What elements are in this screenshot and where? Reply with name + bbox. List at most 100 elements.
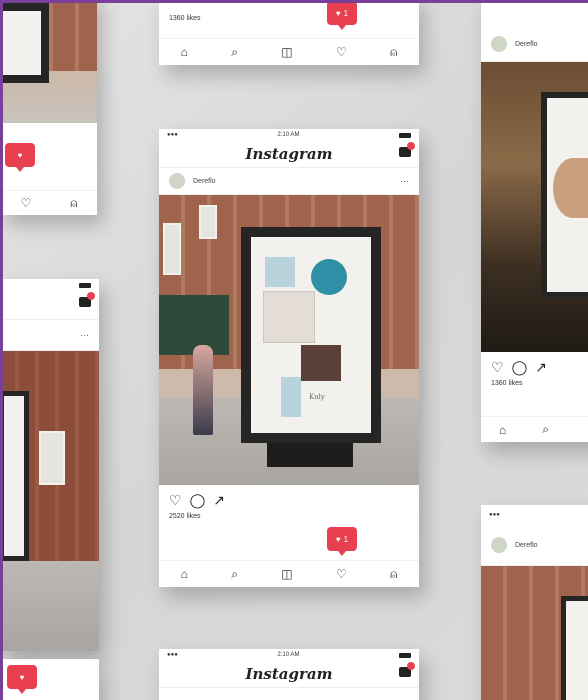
shape-circle [311, 259, 347, 295]
search-icon[interactable]: ⌕ [231, 45, 238, 60]
window [163, 223, 181, 275]
heart-icon: ♥ [17, 150, 23, 160]
more-icon[interactable]: ··· [400, 176, 409, 186]
heart-icon[interactable]: ♡ [491, 359, 504, 376]
brand-wordmark: Instagram [245, 145, 333, 163]
likes-count: 2520 likes [169, 513, 201, 520]
shape-square [265, 257, 295, 287]
poster-paper [4, 396, 24, 556]
clock: 2:10 AM [277, 132, 300, 138]
photo-tile [263, 291, 315, 343]
likes-count: 1360 likes [169, 15, 201, 22]
post-photo [3, 3, 97, 123]
card-top-center: 1360 likes ♥ 1 ⌂ ⌕ ◫ ♡ ⍝ [159, 3, 419, 65]
heart-icon: ♥ [335, 534, 341, 544]
battery-icon [398, 652, 411, 658]
card-right: Dereflo ♡ ◯ ↗ 1360 likes ⌂ ⌕ [481, 3, 588, 442]
more-icon[interactable]: ··· [80, 330, 89, 340]
heart-icon[interactable]: ♡ [336, 45, 347, 59]
profile-icon[interactable]: ⍝ [70, 196, 77, 211]
notification-badge: ♥ 1 [327, 3, 357, 30]
pedestrian [193, 345, 213, 435]
poster-paper: Kuly [251, 237, 371, 433]
poster-paper [547, 98, 588, 292]
battery-icon [398, 132, 411, 138]
inbox-icon[interactable] [399, 142, 415, 157]
mockup-collage: ♥ ♡ ⍝ 1360 likes ♥ 1 ⌂ ⌕ ◫ ♡ ⍝ Dereflo ♡ … [0, 0, 588, 700]
tab-bar: ♡ ⍝ [3, 190, 97, 215]
status-bar: ●●● [481, 505, 588, 525]
app-logo: Instagram [159, 661, 419, 688]
post-actions: ♡ ◯ ↗ [481, 352, 588, 376]
avatar [491, 36, 507, 52]
post-header: Dereflo [481, 525, 588, 566]
search-icon[interactable]: ⌕ [542, 422, 549, 437]
heart-icon[interactable]: ♡ [336, 567, 347, 581]
camera-icon[interactable]: ◫ [281, 567, 292, 581]
inbox-icon[interactable] [399, 662, 415, 677]
notification-count: 1 [343, 534, 349, 544]
app-logo: Instagram [159, 141, 419, 168]
avatar[interactable] [169, 173, 185, 189]
shop-front [159, 295, 229, 355]
shape-bar [281, 377, 301, 417]
notification-badge: ♥ 1 [327, 527, 357, 556]
comment-icon[interactable]: ◯ [190, 492, 206, 509]
inbox-icon[interactable] [79, 292, 95, 307]
poster-brand: Kuly [309, 393, 325, 401]
card-left-middle: ··· [3, 279, 99, 651]
profile-icon[interactable]: ⍝ [390, 45, 397, 60]
clock: 2:10 AM [277, 652, 300, 658]
status-bar [481, 3, 588, 27]
post-actions: ♡ ◯ ↗ [159, 485, 419, 509]
card-bottom-center: ●●● 2:10 AM Instagram [159, 649, 419, 700]
heart-icon: ♥ [19, 672, 25, 682]
share-icon[interactable]: ↗ [213, 492, 225, 509]
heart-icon[interactable]: ♡ [21, 196, 32, 210]
heart-icon: ♥ [335, 8, 341, 18]
post-header: ··· [3, 320, 99, 351]
tab-bar: ⌂ ⌕ [481, 416, 588, 442]
search-icon[interactable]: ⌕ [231, 567, 238, 582]
likes-count: 1360 likes [491, 380, 523, 387]
profile-icon[interactable]: ⍝ [390, 567, 397, 582]
signal-icon: ●●● [167, 652, 178, 658]
post-header: Dereflo ··· [159, 168, 419, 195]
post-photo: Kuly [159, 195, 419, 485]
card-center: ●●● 2:10 AM Instagram Dereflo ··· Kuly ♡… [159, 129, 419, 587]
card-bottom-right: ●●● Dereflo [481, 505, 588, 700]
post-header: Dereflo [481, 27, 588, 62]
poster-frame [3, 391, 29, 561]
status-bar: ●●● 2:10 AM [159, 129, 419, 141]
tab-bar: ⌂ ⌕ ◫ ♡ ⍝ [159, 38, 419, 65]
username[interactable]: Dereflo [193, 178, 216, 185]
signal-icon: ●●● [489, 512, 500, 518]
heart-icon[interactable]: ♡ [169, 492, 182, 509]
home-icon[interactable]: ⌂ [499, 423, 506, 437]
status-bar [3, 279, 99, 291]
post-photo [3, 351, 99, 651]
header [3, 291, 99, 320]
post-photo [481, 566, 588, 700]
status-bar: ●●● 2:10 AM [159, 649, 419, 661]
poster-frame [561, 596, 588, 700]
home-icon[interactable]: ⌂ [181, 567, 188, 581]
signal-icon: ●●● [167, 132, 178, 138]
poster-paper [3, 11, 41, 75]
tab-bar: ⌂ ⌕ ◫ ♡ ⍝ [159, 560, 419, 587]
poster-frame [541, 92, 588, 298]
window [199, 205, 217, 239]
share-icon[interactable]: ↗ [535, 359, 547, 376]
poster-frame [3, 3, 49, 83]
home-icon[interactable]: ⌂ [181, 45, 188, 59]
poster-base [267, 441, 353, 467]
window [39, 431, 65, 485]
camera-icon[interactable]: ◫ [281, 45, 292, 59]
card-top-left: ♥ ♡ ⍝ [3, 3, 97, 215]
comment-icon[interactable]: ◯ [512, 359, 528, 376]
username: Dereflo [515, 40, 538, 48]
poster-frame: Kuly [241, 227, 381, 443]
card-bottom-left: ♥ [3, 659, 99, 700]
notification-badge: ♥ [5, 143, 35, 172]
brand-wordmark: Instagram [245, 665, 333, 683]
